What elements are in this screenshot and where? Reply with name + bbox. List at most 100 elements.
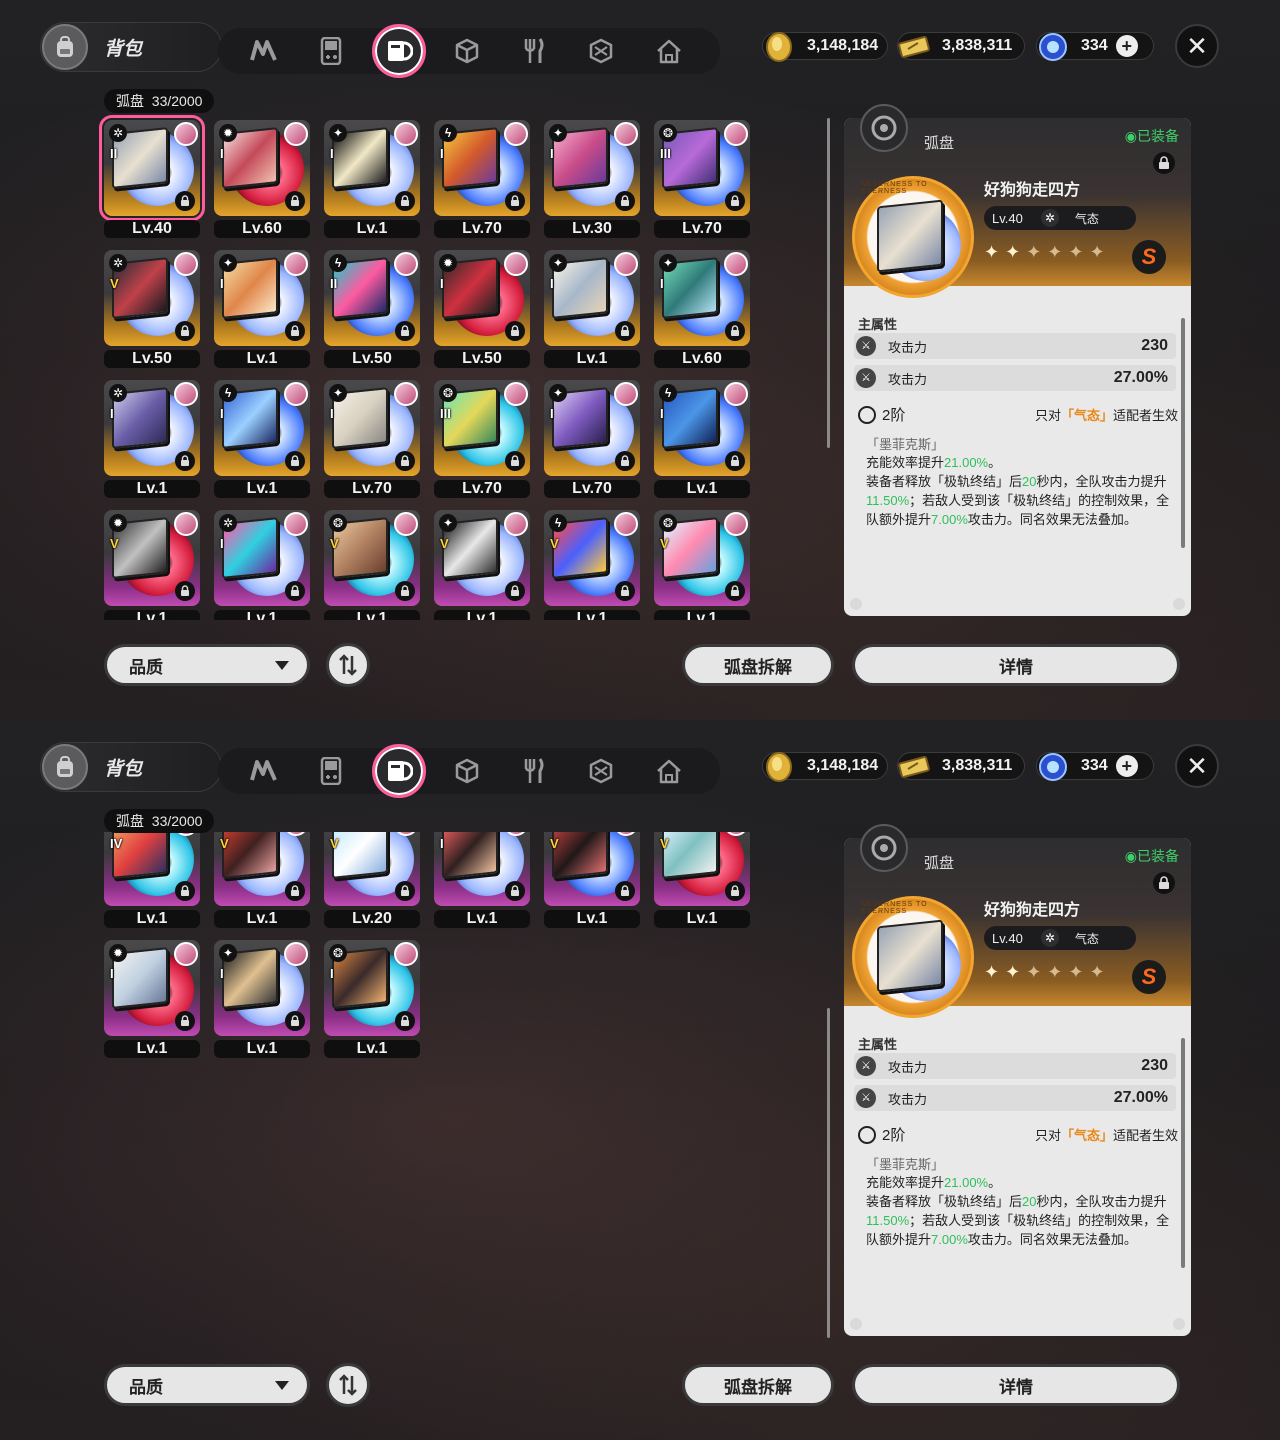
- lock-icon[interactable]: [285, 321, 305, 341]
- disc-card[interactable]: ❂V: [324, 832, 420, 906]
- disc-card[interactable]: ✦ I: [544, 250, 640, 346]
- lock-icon[interactable]: [505, 191, 525, 211]
- lock-icon[interactable]: [285, 191, 305, 211]
- tab-cube-alt-icon[interactable]: [578, 28, 624, 74]
- disc-card[interactable]: ✹IV: [104, 832, 200, 906]
- lock-icon[interactable]: [505, 321, 525, 341]
- grid-scrollbar[interactable]: [827, 118, 830, 448]
- close-button[interactable]: ✕: [1175, 744, 1219, 788]
- disc-card[interactable]: ϟV: [544, 832, 640, 906]
- tab-fork-knife-icon[interactable]: [511, 28, 557, 74]
- lock-icon[interactable]: [175, 451, 195, 471]
- grid-scrollbar[interactable]: [827, 1008, 830, 1338]
- lock-icon[interactable]: [395, 191, 415, 211]
- disc-grid[interactable]: ✲ II Lv.40 ✹ I Lv.60 ✦ I Lv.1 ϟ I Lv.70 ✦ I Lv.30 ❂ III L…: [98, 112, 768, 620]
- quality-sort-dropdown[interactable]: 品质: [104, 644, 310, 686]
- disc-card[interactable]: ✦ I: [214, 250, 310, 346]
- disc-card[interactable]: ✦ I: [324, 120, 420, 216]
- tab-disc-icon[interactable]: [372, 24, 426, 78]
- disc-card[interactable]: ✲V: [104, 250, 200, 346]
- disc-card[interactable]: ✦ I: [214, 940, 310, 1036]
- disc-card[interactable]: ❂V: [654, 510, 750, 606]
- disc-card[interactable]: ✹ I: [104, 940, 200, 1036]
- lock-icon[interactable]: [175, 321, 195, 341]
- tab-home-icon[interactable]: [646, 748, 692, 794]
- lock-icon[interactable]: [505, 451, 525, 471]
- lock-icon[interactable]: [175, 881, 195, 901]
- lock-icon[interactable]: [615, 191, 635, 211]
- disc-grid[interactable]: ✲ILv.1ϟILv.1✦ILv.70❂IIILv.70✦ILv.70ϟILv.…: [98, 832, 768, 1340]
- tab-fork-knife-icon[interactable]: [511, 748, 557, 794]
- disc-card[interactable]: ✦ I: [654, 250, 750, 346]
- disc-card[interactable]: ✲ II: [99, 115, 205, 221]
- details-button[interactable]: 详情: [852, 644, 1180, 686]
- lock-icon[interactable]: [395, 451, 415, 471]
- disc-card[interactable]: ❂ I: [324, 940, 420, 1036]
- disc-card[interactable]: ✹ V: [104, 510, 200, 606]
- tab-gameboy-icon[interactable]: [308, 28, 354, 74]
- detail-scrollbar[interactable]: [1181, 318, 1185, 548]
- lock-icon[interactable]: [285, 881, 305, 901]
- tab-cube-icon[interactable]: [444, 28, 490, 74]
- sort-order-button[interactable]: [326, 643, 370, 687]
- lock-icon[interactable]: [395, 1011, 415, 1031]
- lock-icon[interactable]: [725, 191, 745, 211]
- tab-home-icon[interactable]: [646, 28, 692, 74]
- tab-cube-alt-icon[interactable]: [578, 748, 624, 794]
- lock-icon[interactable]: [285, 1011, 305, 1031]
- disc-card[interactable]: ϟ II: [324, 250, 420, 346]
- disc-card[interactable]: ❂ III: [654, 120, 750, 216]
- disc-card[interactable]: ✦ V: [434, 510, 530, 606]
- lock-icon[interactable]: [175, 581, 195, 601]
- quality-sort-dropdown[interactable]: 品质: [104, 1364, 310, 1406]
- disc-card[interactable]: ✦ I: [544, 380, 640, 476]
- lock-icon[interactable]: [725, 581, 745, 601]
- lock-icon[interactable]: [505, 881, 525, 901]
- detail-lock-button[interactable]: [1153, 872, 1175, 894]
- lock-icon[interactable]: [615, 581, 635, 601]
- lock-icon[interactable]: [725, 881, 745, 901]
- disc-card[interactable]: ✲I: [104, 380, 200, 476]
- disc-card[interactable]: ✲I: [214, 510, 310, 606]
- lock-icon[interactable]: [285, 581, 305, 601]
- lock-icon[interactable]: [615, 881, 635, 901]
- add-energy-button[interactable]: +: [1115, 35, 1138, 57]
- disc-card[interactable]: ϟI: [214, 380, 310, 476]
- lock-icon[interactable]: [505, 581, 525, 601]
- lock-icon[interactable]: [615, 321, 635, 341]
- disc-card[interactable]: ✹ I: [214, 120, 310, 216]
- disc-card[interactable]: ϟI: [654, 380, 750, 476]
- details-button[interactable]: 详情: [852, 1364, 1180, 1406]
- lock-icon[interactable]: [615, 451, 635, 471]
- lock-icon[interactable]: [725, 451, 745, 471]
- disc-card[interactable]: ✲V: [214, 832, 310, 906]
- tab-n-icon[interactable]: [241, 28, 287, 74]
- detail-scrollbar[interactable]: [1181, 1038, 1185, 1268]
- lock-icon[interactable]: [285, 451, 305, 471]
- disc-card[interactable]: ❂V: [654, 832, 750, 906]
- tab-disc-icon[interactable]: [372, 744, 426, 798]
- disc-card[interactable]: ϟI: [434, 120, 530, 216]
- dismantle-button[interactable]: 弧盘拆解: [682, 1364, 834, 1406]
- disc-card[interactable]: ✹ I: [434, 250, 530, 346]
- lock-icon[interactable]: [725, 321, 745, 341]
- disc-card[interactable]: ✦ I: [324, 380, 420, 476]
- lock-icon[interactable]: [395, 881, 415, 901]
- disc-card[interactable]: ❂ III: [434, 380, 530, 476]
- disc-card[interactable]: ❂V: [324, 510, 420, 606]
- lock-icon[interactable]: [395, 581, 415, 601]
- tab-cube-icon[interactable]: [444, 748, 490, 794]
- disc-card[interactable]: ✦ I: [544, 120, 640, 216]
- disc-card[interactable]: ϟV: [544, 510, 640, 606]
- detail-lock-button[interactable]: [1153, 152, 1175, 174]
- tab-gameboy-icon[interactable]: [308, 748, 354, 794]
- sort-order-button[interactable]: [326, 1363, 370, 1407]
- lock-icon[interactable]: [395, 321, 415, 341]
- disc-card[interactable]: ✲I: [434, 832, 530, 906]
- tab-n-icon[interactable]: [241, 748, 287, 794]
- add-energy-button[interactable]: +: [1115, 755, 1138, 777]
- lock-icon[interactable]: [175, 1011, 195, 1031]
- close-button[interactable]: ✕: [1175, 24, 1219, 68]
- dismantle-button[interactable]: 弧盘拆解: [682, 644, 834, 686]
- lock-icon[interactable]: [175, 191, 195, 211]
